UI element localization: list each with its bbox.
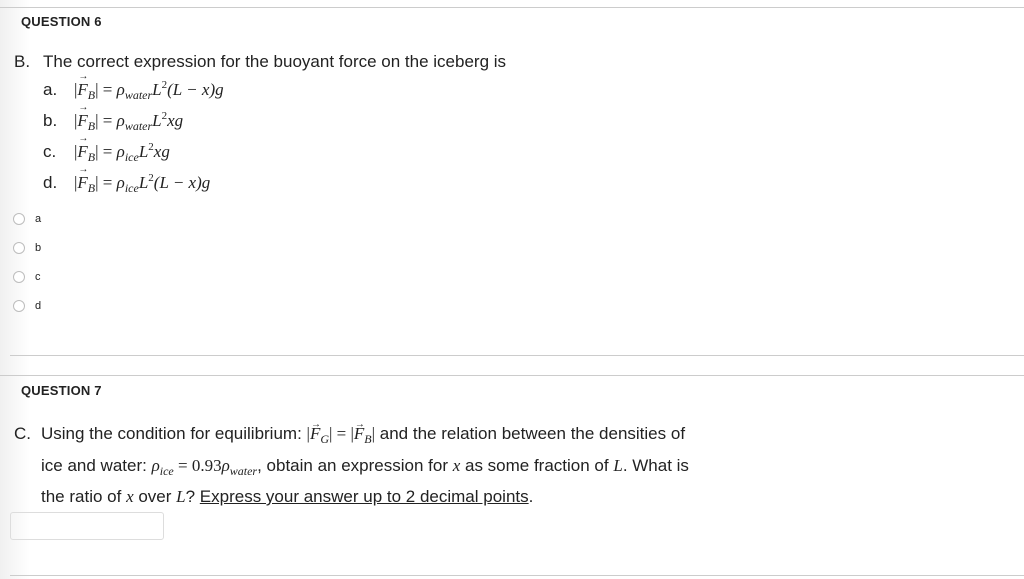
option-label: d. [43,173,58,192]
prompt-text: , obtain an expression for [257,455,453,475]
radio-label: a [35,213,42,225]
radio-label: b [35,242,42,254]
prompt-text: Using the condition for equilibrium: [41,424,307,443]
prompt-text: the ratio of [41,487,127,506]
option-equation: |FB| = ρiceL2xg [74,133,170,164]
radio-option-d[interactable]: d [13,298,41,314]
option-equation: |FB| = ρwaterL2(L − x)g [74,71,224,102]
instruction-underlined: Express your answer up to 2 decimal poin… [199,487,529,506]
prompt-text: and the relation between the densities o… [375,424,686,443]
question-7-title: QUESTION 7 [21,383,102,398]
divider-bottom [10,575,1024,576]
prompt-text: . [528,487,534,506]
question-6-prompt: B. The correct expression for the buoyant… [14,52,506,72]
answer-option-b: b. |FB| = ρwaterL2xg [43,102,183,133]
radio-label: c [35,271,41,283]
prompt-text: . What is [622,455,689,475]
prompt-text: over [133,487,177,506]
radio-button[interactable] [13,242,25,254]
radio-label: d [35,300,42,312]
answer-option-c: c. |FB| = ρiceL2xg [43,133,170,164]
divider-question-start [0,375,1024,376]
prompt-text: ice and water: [41,455,152,475]
prompt-line-3: the ratio of x over L? Express your answ… [14,484,689,511]
answer-option-a: a. |FB| = ρwaterL2(L − x)g [43,71,224,102]
radio-option-c[interactable]: c [13,269,41,285]
radio-button[interactable] [13,300,25,312]
var-L: L [176,487,186,506]
option-equation: |FB| = ρiceL2(L − x)g [74,164,210,195]
radio-button[interactable] [13,271,25,283]
prompt-line-1: C. Using the condition for equilibrium: |… [14,412,689,453]
option-label: c. [43,142,57,161]
question-6-title: QUESTION 6 [21,14,102,29]
radio-button[interactable] [13,213,25,225]
prompt-line-2: ice and water: ρice = 0.93ρwater, obtain… [14,453,689,485]
var-L: L [613,455,623,475]
var-x: x [126,487,134,506]
prompt-letter: C. [14,424,31,443]
divider-top [0,7,1024,8]
question-7-prompt: C. Using the condition for equilibrium: |… [14,412,689,511]
prompt-text: The correct expression for the buoyant f… [43,52,507,71]
radio-option-b[interactable]: b [13,240,41,256]
prompt-text: as some fraction of [460,455,614,475]
divider-question-end [10,355,1024,356]
density-relation: ρice = 0.93ρwater [151,455,258,478]
prompt-letter: B. [14,52,31,71]
option-label: a. [43,80,58,99]
radio-option-a[interactable]: a [13,211,41,227]
option-label: b. [43,111,58,130]
force-g-abs: |FG| = |FB| [307,412,376,446]
answer-input[interactable] [10,512,164,540]
prompt-text: ? [185,487,200,506]
answer-option-d: d. |FB| = ρiceL2(L − x)g [43,164,210,195]
option-equation: |FB| = ρwaterL2xg [74,102,183,133]
